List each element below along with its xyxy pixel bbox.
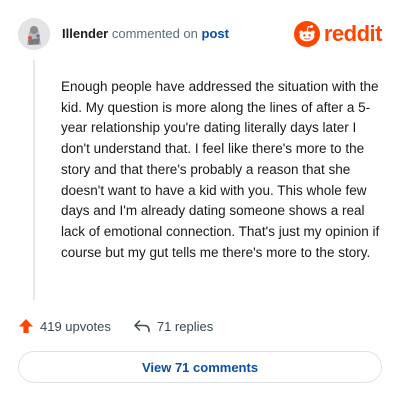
action-text: commented on — [111, 26, 198, 41]
reply-arrow-icon — [134, 320, 150, 333]
post-link[interactable]: post — [202, 26, 229, 41]
user-avatar-icon — [18, 18, 50, 50]
comment-header: Illender commented on post reddit — [18, 18, 383, 50]
upvote-count: 419 upvotes — [40, 318, 111, 334]
reddit-logo-icon — [293, 21, 320, 47]
brand-wordmark: reddit — [323, 21, 383, 46]
comment-card: Illender commented on post reddit Enough… — [0, 0, 400, 400]
reddit-brand[interactable]: reddit — [293, 20, 383, 48]
comment-body: Enough people have addressed the situati… — [61, 79, 380, 260]
reply-count: 71 replies — [156, 318, 214, 334]
upvote-arrow-icon — [19, 319, 33, 333]
replies-button[interactable]: 71 replies — [133, 318, 213, 334]
upvote-button[interactable]: 419 upvotes — [18, 318, 111, 334]
username[interactable]: Illender — [62, 26, 108, 41]
view-comments-button[interactable]: View 71 comments — [18, 351, 382, 383]
avatar[interactable] — [18, 18, 50, 50]
comment-meta: Illender commented on post — [62, 26, 229, 42]
thread-line[interactable] — [33, 60, 35, 300]
comment-actions: 419 upvotes 71 replies — [18, 316, 235, 336]
